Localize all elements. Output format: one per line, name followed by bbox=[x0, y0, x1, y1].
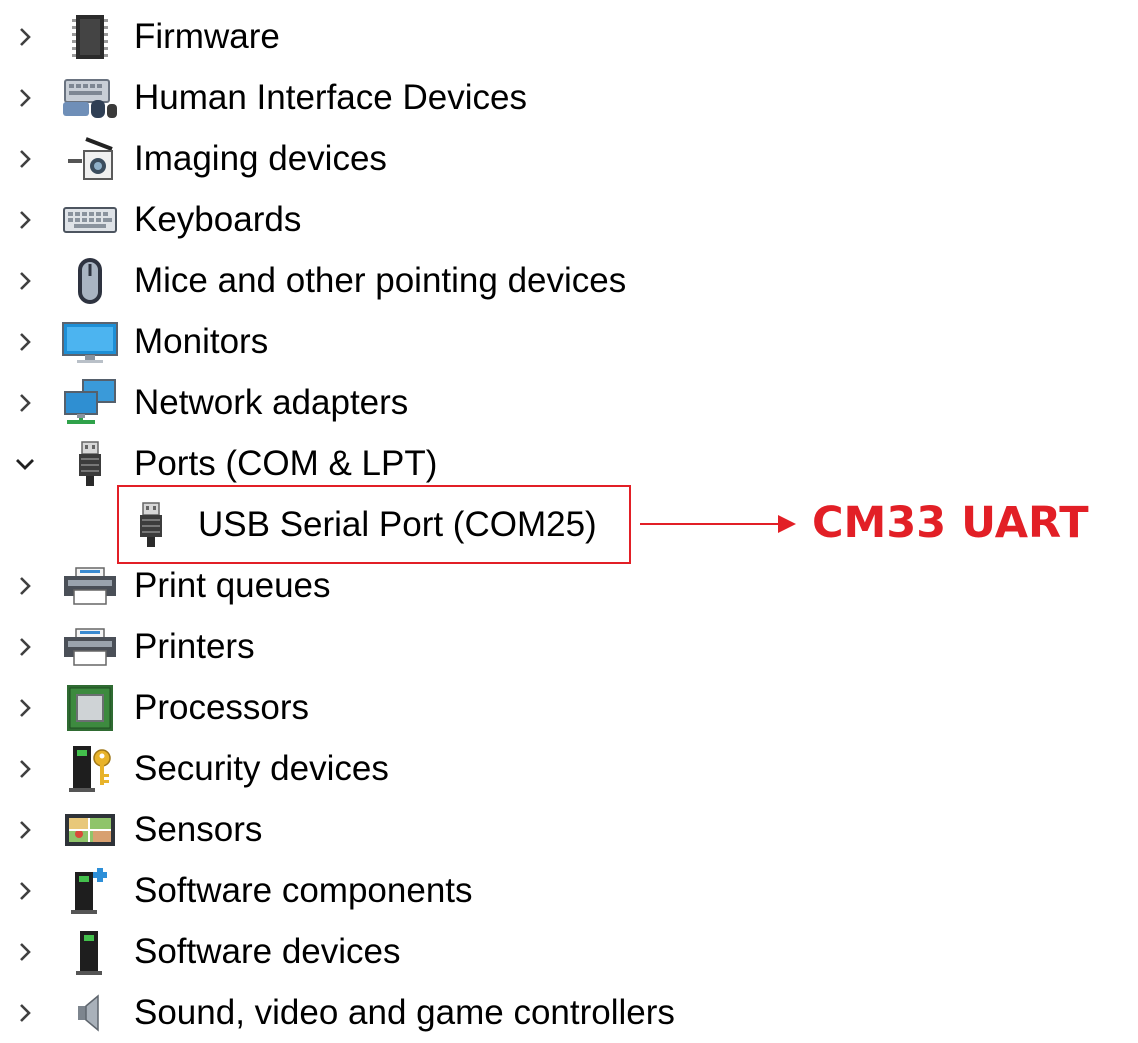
security-key-icon bbox=[60, 744, 120, 794]
chevron-right-icon[interactable] bbox=[14, 209, 36, 231]
highlight-box bbox=[117, 485, 631, 564]
chevron-right-icon[interactable] bbox=[14, 941, 36, 963]
monitor-icon bbox=[60, 317, 120, 367]
chevron-right-icon[interactable] bbox=[14, 1002, 36, 1024]
tree-item-label: Printers bbox=[134, 626, 255, 666]
sensor-icon bbox=[60, 805, 120, 855]
tree-item-label: Sound, video and game controllers bbox=[134, 992, 675, 1032]
callout-label: CM33 UART bbox=[812, 498, 1089, 548]
chevron-right-icon[interactable] bbox=[14, 26, 36, 48]
mouse-icon bbox=[60, 256, 120, 306]
tree-item-label: Human Interface Devices bbox=[134, 77, 527, 117]
firmware-chip-icon bbox=[60, 12, 120, 62]
tree-item-label: Software components bbox=[134, 870, 473, 910]
tree-item-label: Ports (COM & LPT) bbox=[134, 443, 438, 483]
camera-icon bbox=[60, 134, 120, 184]
chevron-right-icon[interactable] bbox=[14, 880, 36, 902]
printer-icon bbox=[60, 622, 120, 672]
chevron-right-icon[interactable] bbox=[14, 697, 36, 719]
tree-item-label: Firmware bbox=[134, 16, 280, 56]
software-component-icon bbox=[60, 866, 120, 916]
tree-item-label: Imaging devices bbox=[134, 138, 387, 178]
printer-icon bbox=[60, 561, 120, 611]
processor-icon bbox=[60, 683, 120, 733]
tree-item-label: Software devices bbox=[134, 931, 401, 971]
network-adapter-icon bbox=[60, 378, 120, 428]
tree-item-label: Processors bbox=[134, 687, 310, 727]
port-connector-icon bbox=[60, 439, 120, 489]
tree-item-label: Monitors bbox=[134, 321, 269, 361]
chevron-right-icon[interactable] bbox=[14, 819, 36, 841]
tree-item-label: Network adapters bbox=[134, 382, 409, 422]
tree-item-label: Mice and other pointing devices bbox=[134, 260, 627, 300]
tree-item-label: Print queues bbox=[134, 565, 331, 605]
speaker-icon bbox=[60, 988, 120, 1038]
arrow-head-icon bbox=[778, 515, 796, 533]
chevron-down-icon[interactable] bbox=[14, 453, 36, 475]
hid-keyboard-mouse-icon bbox=[60, 73, 120, 123]
chevron-right-icon[interactable] bbox=[14, 270, 36, 292]
tree-item-label: Security devices bbox=[134, 748, 389, 788]
chevron-right-icon[interactable] bbox=[14, 148, 36, 170]
chevron-right-icon[interactable] bbox=[14, 87, 36, 109]
tree-item-label: Sensors bbox=[134, 809, 263, 849]
tree-item-label: Keyboards bbox=[134, 199, 302, 239]
callout-arrow bbox=[640, 523, 780, 525]
chevron-right-icon[interactable] bbox=[14, 392, 36, 414]
chevron-right-icon[interactable] bbox=[14, 575, 36, 597]
chevron-right-icon[interactable] bbox=[14, 331, 36, 353]
chevron-right-icon[interactable] bbox=[14, 758, 36, 780]
keyboard-icon bbox=[60, 195, 120, 245]
software-device-icon bbox=[60, 927, 120, 977]
chevron-right-icon[interactable] bbox=[14, 636, 36, 658]
